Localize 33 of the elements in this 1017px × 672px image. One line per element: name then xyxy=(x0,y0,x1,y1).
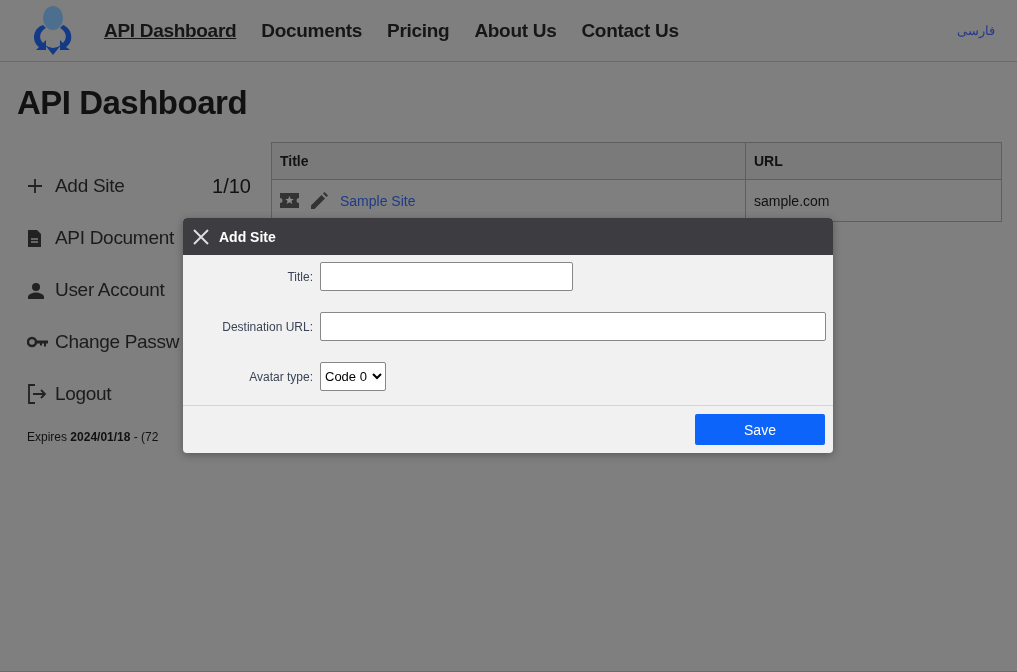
sidebar-link[interactable]: Logout xyxy=(55,383,112,405)
sidebar-link[interactable]: API Document xyxy=(55,227,174,249)
nav-link[interactable]: About Us xyxy=(474,19,557,42)
pencil-icon[interactable] xyxy=(311,192,328,209)
field-label: Title: xyxy=(286,269,313,284)
avatar-type-select[interactable]: Code 0 xyxy=(320,362,386,391)
language-link[interactable]: فارسی xyxy=(957,23,995,38)
sidebar-link[interactable]: User Account xyxy=(55,279,165,301)
save-button[interactable]: Save xyxy=(695,414,825,445)
sidebar-link[interactable]: Add Site xyxy=(55,175,125,197)
url-input[interactable] xyxy=(320,312,826,341)
site-count: 1/10 xyxy=(212,174,251,198)
nav-link[interactable]: Documents xyxy=(261,19,363,42)
column-header: Title xyxy=(271,142,746,180)
nav-link[interactable]: API Dashboard xyxy=(104,19,237,42)
logout-icon xyxy=(27,384,47,404)
field-label: Avatar type: xyxy=(248,369,313,384)
page-title: API Dashboard xyxy=(17,84,249,122)
document-icon xyxy=(27,228,42,248)
site-link[interactable]: Sample Site xyxy=(340,192,416,209)
nav-link[interactable]: Contact Us xyxy=(581,19,679,42)
expiry-text: Expires 2024/01/18 - (72 xyxy=(27,430,160,444)
close-icon[interactable] xyxy=(193,228,209,245)
column-header: URL xyxy=(745,142,1002,180)
dialog-title: Add Site xyxy=(219,228,276,245)
title-input[interactable] xyxy=(320,262,573,291)
nav-link[interactable]: Pricing xyxy=(387,19,450,42)
key-icon xyxy=(27,336,49,348)
sidebar-link[interactable]: Change Passw xyxy=(55,331,180,353)
plus-icon xyxy=(27,178,43,194)
ticket-star-icon[interactable] xyxy=(280,193,299,208)
field-label: Destination URL: xyxy=(221,319,313,334)
person-icon xyxy=(27,281,45,299)
